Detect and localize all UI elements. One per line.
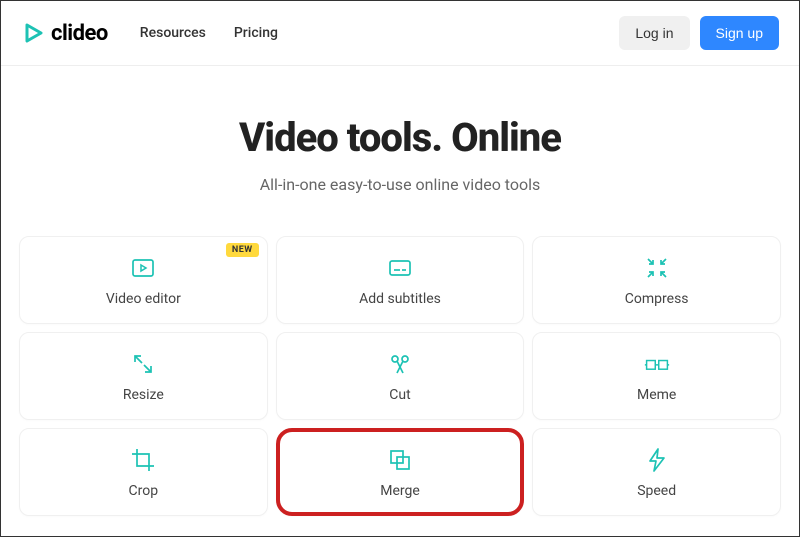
nav-links: Resources Pricing — [140, 25, 278, 41]
tool-label: Speed — [637, 483, 676, 499]
compress-icon — [644, 255, 670, 281]
merge-icon — [387, 447, 413, 473]
tool-label: Cut — [389, 387, 410, 403]
nav-resources[interactable]: Resources — [140, 25, 206, 41]
page-title: Video tools. Online — [21, 114, 779, 161]
tool-cut[interactable]: Cut — [276, 332, 525, 420]
scissors-icon — [387, 351, 413, 377]
new-badge: NEW — [226, 243, 259, 257]
tool-resize[interactable]: Resize — [19, 332, 268, 420]
play-frame-icon — [130, 255, 156, 281]
signup-button[interactable]: Sign up — [700, 16, 779, 50]
tool-meme[interactable]: Meme — [532, 332, 781, 420]
tools-grid: NEW Video editor Add subtitles — [1, 224, 799, 528]
tool-crop[interactable]: Crop — [19, 428, 268, 516]
tool-label: Compress — [625, 291, 689, 307]
brand-name: clideo — [51, 21, 108, 46]
tool-label: Resize — [123, 387, 164, 403]
crop-icon — [130, 447, 156, 473]
meme-icon — [644, 351, 670, 377]
resize-icon — [130, 351, 156, 377]
hero: Video tools. Online All-in-one easy-to-u… — [1, 66, 799, 224]
lightning-icon — [644, 447, 670, 473]
brand-play-icon — [21, 21, 45, 45]
tool-label: Video editor — [106, 291, 181, 307]
subtitles-icon — [387, 255, 413, 281]
tool-video-editor[interactable]: NEW Video editor — [19, 236, 268, 324]
tool-compress[interactable]: Compress — [532, 236, 781, 324]
page-subtitle: All-in-one easy-to-use online video tool… — [21, 175, 779, 194]
tool-label: Add subtitles — [359, 291, 441, 307]
brand-logo[interactable]: clideo — [21, 21, 108, 46]
login-button[interactable]: Log in — [619, 16, 689, 50]
header: clideo Resources Pricing Log in Sign up — [1, 1, 799, 66]
tool-speed[interactable]: Speed — [532, 428, 781, 516]
tool-label: Merge — [380, 483, 420, 499]
header-actions: Log in Sign up — [619, 16, 779, 50]
tool-label: Meme — [637, 387, 676, 403]
tool-merge[interactable]: Merge — [276, 428, 525, 516]
tool-add-subtitles[interactable]: Add subtitles — [276, 236, 525, 324]
tool-label: Crop — [129, 483, 159, 499]
nav-pricing[interactable]: Pricing — [234, 25, 278, 41]
